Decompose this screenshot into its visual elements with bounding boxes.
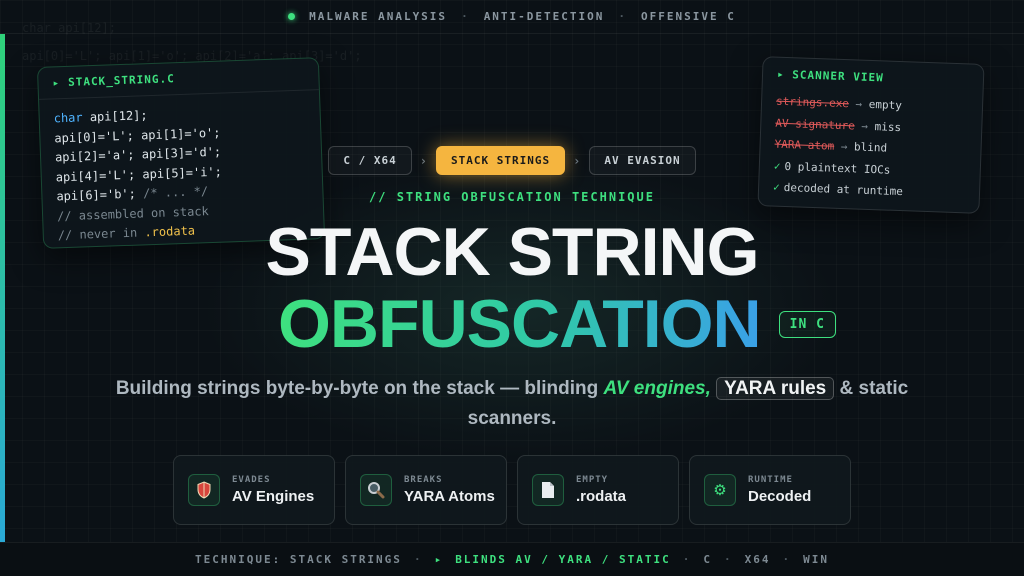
- scanner-tool: AV signature: [775, 116, 856, 132]
- page-title-highlight: OBFUSCATION: [278, 286, 762, 362]
- subtitle-av: AV engines,: [603, 378, 711, 399]
- kicker: // STRING OBFUSCATION TECHNIQUE: [369, 190, 655, 204]
- shield-icon: [188, 474, 220, 506]
- play-icon: ▸: [776, 67, 793, 82]
- code-keyword: char: [53, 110, 83, 126]
- tag: C: [703, 553, 713, 566]
- stat-label: EVADES: [232, 474, 271, 485]
- stat-value: .rodata: [576, 487, 627, 505]
- bottom-banner: TECHNIQUE: STACK STRINGS · ▸ BLINDS AV /…: [0, 542, 1024, 576]
- stat-card: BREAKS YARA Atoms: [345, 455, 507, 525]
- page-title: STACK STRING: [265, 214, 760, 290]
- status-dot-icon: [288, 13, 296, 20]
- arrow-icon: →: [861, 119, 869, 133]
- play-icon: ▸: [52, 76, 61, 90]
- stat-text: RUNTIME Decoded: [748, 475, 811, 506]
- stat-label: RUNTIME: [748, 474, 793, 485]
- stat-value: Decoded: [748, 487, 812, 505]
- stat-value: AV Engines: [232, 487, 315, 505]
- pill-av-evasion: AV EVASION: [589, 146, 696, 175]
- scanner-result: miss: [874, 119, 902, 134]
- subtitle-text: Building strings byte-by-byte on the sta…: [115, 378, 604, 399]
- stat-value: YARA Atoms: [404, 487, 495, 505]
- subtitle-yara-badge: YARA rules: [716, 377, 835, 400]
- stat-card: EMPTY .rodata: [517, 455, 679, 525]
- magnifier-icon: [360, 474, 392, 506]
- code-filename: STACK_STRING.C: [67, 72, 175, 89]
- stats-row: EVADES AV Engines BREAKS YARA Atoms EMPT…: [173, 455, 851, 525]
- scanner-card-header: ▸ SCANNER VIEW: [777, 68, 969, 88]
- stat-text: BREAKS YARA Atoms: [404, 475, 495, 506]
- scanner-result: empty: [868, 97, 903, 113]
- code-line: api[0]='L'; api[1]='o';: [54, 125, 221, 145]
- separator: ·: [782, 553, 792, 566]
- separator: ·: [461, 10, 470, 23]
- stat-card: EVADES AV Engines: [173, 455, 335, 525]
- separator: ·: [682, 553, 692, 566]
- pill-stack-strings: STACK STRINGS: [436, 146, 566, 175]
- document-icon: [532, 474, 564, 506]
- separator: ·: [413, 553, 423, 566]
- topic-tag: OFFENSIVE C: [641, 10, 736, 23]
- top-banner: MALWARE ANALYSIS · ANTI-DETECTION · OFFE…: [0, 0, 1024, 34]
- highlight-label: BLINDS AV / YARA / STATIC: [455, 553, 671, 566]
- chevron-right-icon: ›: [419, 153, 429, 168]
- arrow-icon: →: [855, 97, 863, 111]
- scanner-tool: strings.exe: [775, 94, 850, 111]
- title-line-2: OBFUSCATION IN C: [0, 286, 1024, 362]
- category-pills: C / X64 › STACK STRINGS › AV EVASION: [0, 146, 1024, 175]
- tag: X64: [744, 553, 771, 566]
- topic-tag: ANTI-DETECTION: [483, 10, 605, 23]
- language-badge: IN C: [778, 310, 836, 338]
- separator: ·: [724, 553, 733, 566]
- subtitle: Building strings byte-by-byte on the sta…: [80, 374, 944, 434]
- gear-icon: ⚙: [704, 474, 736, 506]
- chevron-right-icon: ›: [573, 153, 582, 168]
- topic-tag: MALWARE ANALYSIS: [309, 10, 448, 23]
- scanner-title: SCANNER VIEW: [792, 68, 884, 85]
- tag: WIN: [803, 553, 830, 566]
- stat-text: EVADES AV Engines: [232, 475, 314, 506]
- stat-text: EMPTY .rodata: [576, 475, 626, 506]
- code-line: api[12];: [82, 108, 148, 125]
- stat-card: ⚙ RUNTIME Decoded: [689, 455, 851, 525]
- stat-label: EMPTY: [576, 474, 609, 485]
- stat-label: BREAKS: [404, 474, 443, 485]
- play-icon: ▸: [434, 553, 444, 566]
- separator: ·: [618, 10, 628, 23]
- technique-label: TECHNIQUE: STACK STRINGS: [194, 553, 402, 566]
- pill-c-x64: C / X64: [328, 146, 412, 175]
